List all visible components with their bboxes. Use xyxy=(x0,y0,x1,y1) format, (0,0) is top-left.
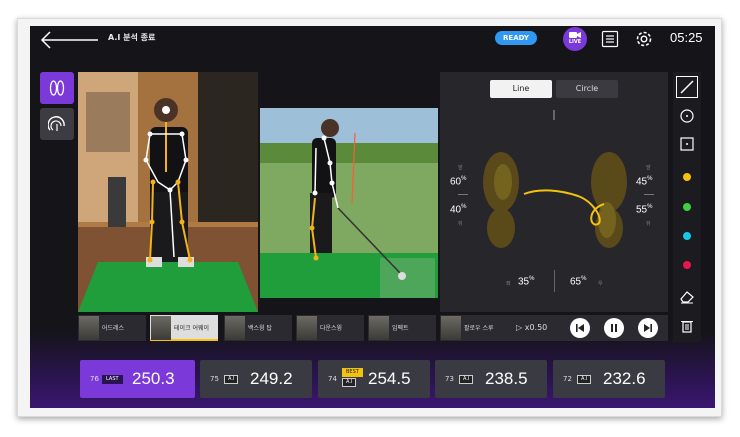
divider xyxy=(458,194,468,195)
page-title: A.I 분석 종료 xyxy=(108,33,156,42)
pause-button[interactable] xyxy=(604,318,624,338)
box-tool-icon[interactable] xyxy=(679,136,695,152)
ai-badge: A.I xyxy=(459,375,474,384)
shot-index: 73 xyxy=(445,375,454,383)
best-badge: BEST xyxy=(342,368,363,377)
left-back-label: 뒤 xyxy=(458,221,463,227)
thumbnail-image xyxy=(225,316,245,340)
shot-index: 72 xyxy=(563,375,572,383)
phase-label: 팔로우 스루 xyxy=(464,325,494,332)
back-arrow-icon[interactable] xyxy=(40,30,100,50)
last-badge: LAST xyxy=(102,375,123,384)
playback-controls: ▷ x0.50 xyxy=(508,315,668,341)
pause-icon xyxy=(611,324,617,332)
phase-thumb-selected[interactable]: 테이크 어웨이 xyxy=(150,315,218,341)
right-front-label: 앞 xyxy=(646,165,651,171)
phase-label: 어드레스 xyxy=(102,325,125,332)
left-side-pct: 35% xyxy=(518,276,535,288)
thumbnail-image xyxy=(369,316,389,340)
play-speed-icon: ▷ xyxy=(516,323,525,332)
left-side-label: 좌 xyxy=(506,281,511,287)
score-card-best[interactable]: 74 BEST A.I 254.5 xyxy=(318,360,430,398)
score-value: 238.5 xyxy=(485,369,528,388)
divider xyxy=(554,270,555,292)
score-card[interactable]: 73 A.I 238.5 xyxy=(435,360,547,398)
score-card[interactable]: 72 A.I 232.6 xyxy=(553,360,665,398)
ai-badge: A.I xyxy=(577,375,592,384)
thumbnail-image xyxy=(151,316,171,340)
thumbnail-image xyxy=(297,316,317,340)
center-marker xyxy=(553,110,555,120)
right-back-pct: 55% xyxy=(636,204,653,216)
list-menu-icon[interactable] xyxy=(601,30,619,48)
speed-value: x0.50 xyxy=(524,323,548,332)
right-back-label: 뒤 xyxy=(646,221,651,227)
shot-index: 76 xyxy=(90,375,99,383)
thumbnail-image xyxy=(441,316,461,340)
drawing-toolbar xyxy=(673,72,701,342)
top-bar: A.I 분석 종료 READY LIVE 05:25 xyxy=(30,26,715,54)
left-front-pct: 60% xyxy=(450,176,467,188)
weight-distribution-panel: Line Circle 앞 60% 40% 뒤 앞 45% 55% 뒤 좌 35… xyxy=(440,72,668,312)
score-value: 232.6 xyxy=(603,369,646,388)
footprint-mode-button[interactable] xyxy=(40,72,74,104)
phase-thumb[interactable]: 임팩트 xyxy=(368,315,436,341)
app-screen: A.I 분석 종료 READY LIVE 05:25 Line Circle 앞… xyxy=(30,26,715,408)
next-frame-button[interactable] xyxy=(638,318,658,338)
tab-line[interactable]: Line xyxy=(490,80,552,98)
live-label: LIVE xyxy=(568,39,582,45)
phase-label: 임팩트 xyxy=(392,325,409,332)
previous-frame-button[interactable] xyxy=(570,318,590,338)
footprint-icon xyxy=(49,80,65,96)
score-card-last[interactable]: 76 LAST 250.3 xyxy=(80,360,195,398)
tab-circle[interactable]: Circle xyxy=(556,80,618,98)
phase-label: 다운스윙 xyxy=(320,325,343,332)
gear-icon[interactable] xyxy=(634,29,654,49)
skip-forward-icon xyxy=(644,324,652,332)
weight-shift-trace xyxy=(523,189,605,226)
circle-tool-icon[interactable] xyxy=(679,108,695,124)
phase-label: 테이크 어웨이 xyxy=(174,325,210,332)
swing-phase-strip: 어드레스 테이크 어웨이 백스윙 탑 다운스윙 임팩트 팔로우 스루 xyxy=(78,315,508,341)
shot-index: 74 xyxy=(328,375,337,383)
left-front-label: 앞 xyxy=(458,165,463,171)
score-value: 249.2 xyxy=(250,369,293,388)
trash-icon[interactable] xyxy=(679,318,695,334)
skip-back-icon xyxy=(576,324,584,332)
thumbnail-image xyxy=(79,316,99,340)
shot-index: 75 xyxy=(210,375,219,383)
eraser-icon[interactable] xyxy=(679,288,695,304)
phase-label: 백스윙 탑 xyxy=(248,325,272,332)
right-side-label: 우 xyxy=(598,281,603,287)
ready-badge: READY xyxy=(495,31,537,45)
green-color-swatch[interactable] xyxy=(683,203,691,211)
right-side-pct: 65% xyxy=(570,276,587,288)
left-back-pct: 40% xyxy=(450,204,467,216)
front-view-swing-video[interactable] xyxy=(78,72,258,312)
side-view-swing-video[interactable] xyxy=(260,108,438,298)
ai-badge: A.I xyxy=(342,378,357,387)
speed-toggle[interactable]: ▷ x0.50 xyxy=(516,323,547,332)
line-tool-icon xyxy=(680,80,694,94)
phase-thumb[interactable]: 팔로우 스루 xyxy=(440,315,508,341)
cyan-color-swatch[interactable] xyxy=(683,232,691,240)
red-color-swatch[interactable] xyxy=(683,261,691,269)
score-value: 254.5 xyxy=(368,369,411,388)
phase-thumb[interactable]: 백스윙 탑 xyxy=(224,315,292,341)
phase-thumb[interactable]: 어드레스 xyxy=(78,315,146,341)
divider xyxy=(644,194,654,195)
score-value: 250.3 xyxy=(132,369,175,388)
ai-badge: A.I xyxy=(224,375,239,384)
live-button[interactable]: LIVE xyxy=(563,27,587,51)
swing-arc-mode-button[interactable] xyxy=(40,108,74,140)
score-card[interactable]: 75 A.I 249.2 xyxy=(200,360,312,398)
left-footprint-icon xyxy=(483,152,519,248)
clock: 05:25 xyxy=(670,30,703,45)
phase-thumb[interactable]: 다운스윙 xyxy=(296,315,364,341)
swing-arc-icon xyxy=(48,116,65,131)
yellow-color-swatch[interactable] xyxy=(683,173,691,181)
right-front-pct: 45% xyxy=(636,176,653,188)
camera-icon xyxy=(569,32,581,38)
line-tool-button[interactable] xyxy=(676,76,698,98)
